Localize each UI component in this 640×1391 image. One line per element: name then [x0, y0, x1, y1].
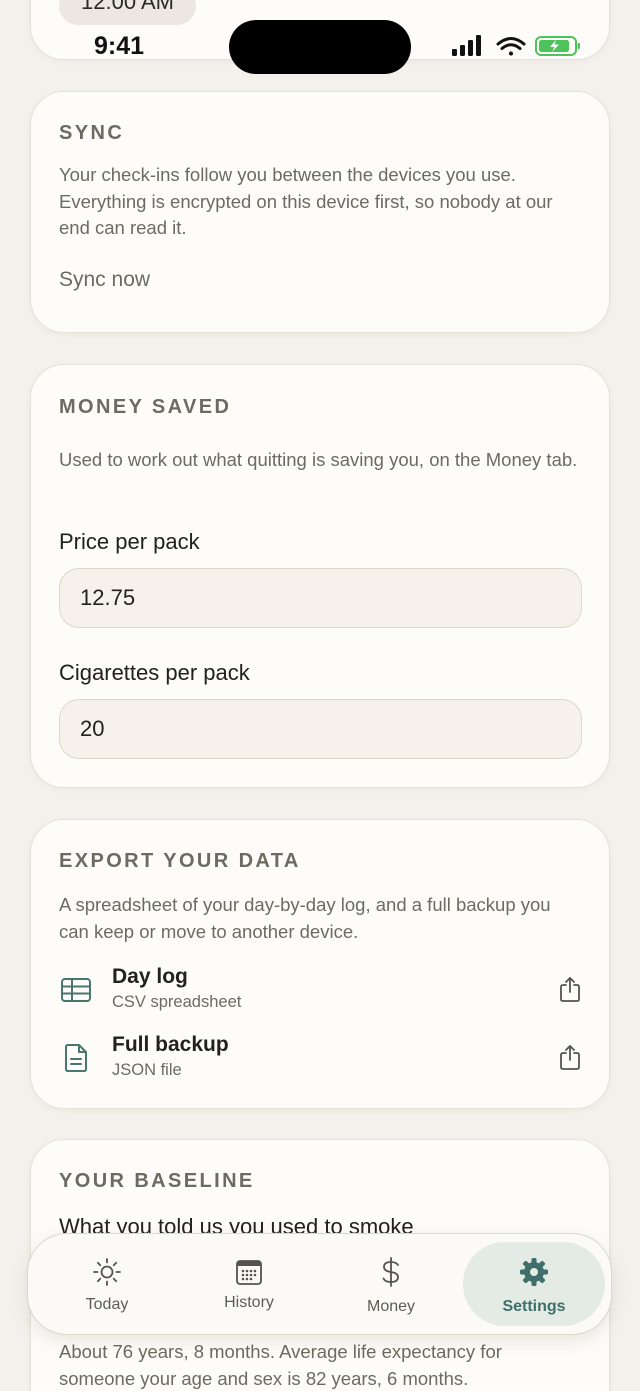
cigarettes-per-pack-input[interactable] — [59, 699, 582, 759]
export-day-log-row[interactable]: Day log CSV spreadsheet — [59, 965, 582, 1021]
tab-settings[interactable]: Settings — [463, 1242, 605, 1326]
money-saved-title: MONEY SAVED — [59, 396, 232, 418]
price-per-pack-input[interactable] — [59, 568, 582, 628]
export-title: EXPORT YOUR DATA — [59, 850, 301, 872]
tab-today-label: Today — [85, 1296, 129, 1313]
life-expectancy-text: About 76 years, 8 months. Average life e… — [59, 1341, 502, 1389]
share-icon[interactable] — [558, 975, 582, 1003]
money-saved-card: MONEY SAVED Used to work out what quitti… — [30, 364, 610, 788]
status-icons — [452, 35, 580, 56]
day-log-title: Day log — [112, 965, 188, 988]
full-backup-subtitle: JSON file — [112, 1061, 182, 1079]
tab-bar: Today History Money Settings — [27, 1233, 612, 1335]
price-per-pack-label: Price per pack — [59, 529, 200, 554]
money-saved-description: Used to work out what quitting is saving… — [59, 449, 578, 470]
dynamic-island — [229, 20, 411, 74]
table-icon — [61, 978, 91, 1002]
share-icon[interactable] — [558, 1043, 582, 1071]
cigarettes-per-pack-label: Cigarettes per pack — [59, 660, 250, 685]
sync-title: SYNC — [59, 122, 125, 144]
tab-history-label: History — [224, 1294, 274, 1311]
status-time: 9:41 — [94, 32, 145, 60]
sync-description: Your check-ins follow you between the de… — [59, 164, 553, 238]
tab-settings-label: Settings — [502, 1298, 566, 1315]
status-bar: 9:41 — [0, 0, 640, 80]
tab-money-label: Money — [366, 1298, 416, 1315]
full-backup-title: Full backup — [112, 1033, 229, 1056]
gear-icon — [520, 1258, 548, 1286]
day-log-subtitle: CSV spreadsheet — [112, 993, 242, 1011]
wifi-icon — [496, 37, 526, 56]
export-description: A spreadsheet of your day-by-day log, an… — [59, 894, 551, 942]
tab-money[interactable]: Money — [320, 1242, 462, 1326]
tab-history[interactable]: History — [178, 1242, 320, 1326]
baseline-title: YOUR BASELINE — [59, 1170, 255, 1192]
tab-today[interactable]: Today — [36, 1242, 178, 1326]
calendar-icon — [236, 1260, 262, 1285]
battery-icon — [535, 36, 580, 56]
sync-card: SYNC Your check-ins follow you between t… — [30, 91, 610, 333]
document-icon — [65, 1044, 87, 1072]
sun-icon — [93, 1258, 121, 1286]
signal-icon — [452, 35, 481, 56]
export-full-backup-row[interactable]: Full backup JSON file — [59, 1033, 582, 1089]
export-card: EXPORT YOUR DATA A spreadsheet of your d… — [30, 819, 610, 1109]
dollar-icon — [382, 1257, 399, 1287]
sync-now-button[interactable]: Sync now — [59, 268, 150, 292]
